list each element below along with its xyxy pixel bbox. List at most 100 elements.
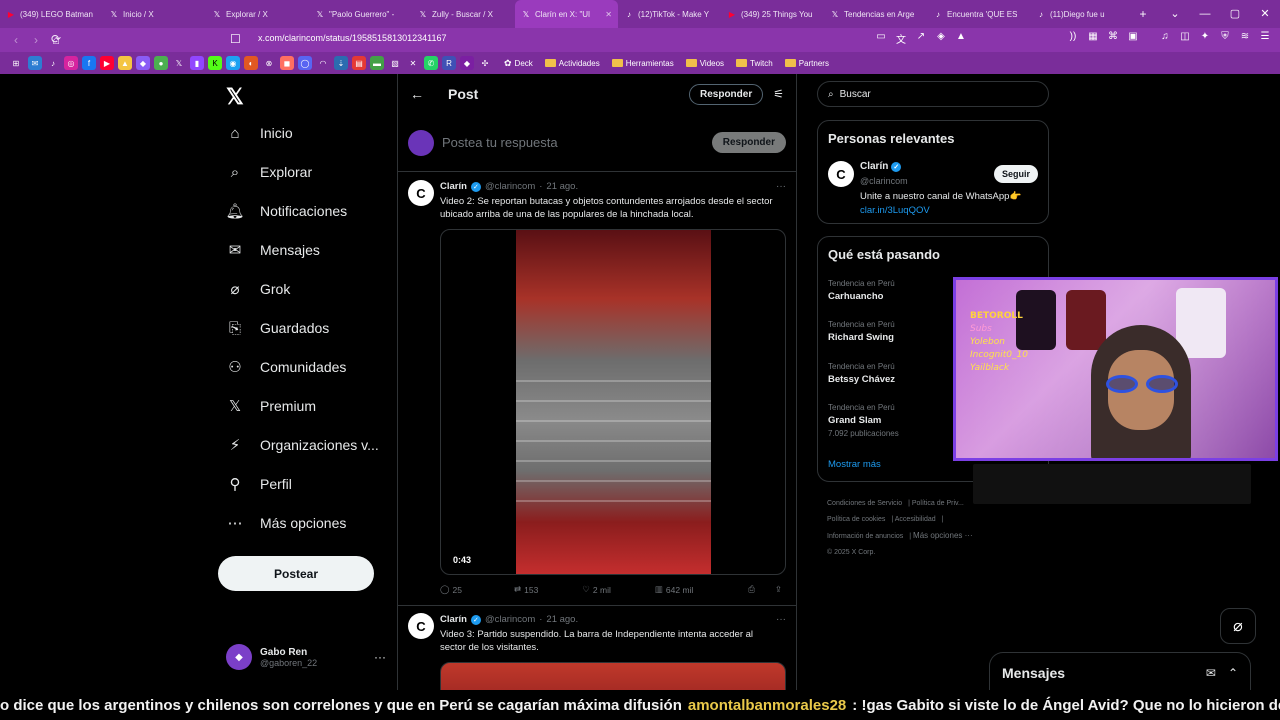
browser-tab[interactable]: ♪ (11)Diego fue u xyxy=(1030,0,1133,28)
tweet-date[interactable]: 21 ago. xyxy=(546,614,578,625)
browser-tab[interactable]: 𝕏 "Paolo Guerrero" - xyxy=(309,0,412,28)
browser-tab[interactable]: ▶ (349) LEGO Batman xyxy=(0,0,103,28)
tweet[interactable]: C Clarín ✓ @clarincom · 21 ago. ··· Vide… xyxy=(398,607,796,690)
back-arrow-icon[interactable]: ← xyxy=(410,86,424,102)
twitch-icon[interactable]: ▮ xyxy=(190,56,204,70)
close-tab-icon[interactable]: ✕ xyxy=(605,10,612,19)
bookmark-folder-herramientas[interactable]: Herramientas xyxy=(611,59,674,68)
nav-item-notificaciones[interactable]: 🔔︎ Notificaciones xyxy=(225,202,347,220)
vpn-icon[interactable]: ⛨ xyxy=(1218,31,1232,47)
instagram-icon[interactable]: ◎ xyxy=(64,56,78,70)
nav-item-perfil[interactable]: ⚲ Perfil xyxy=(226,475,292,493)
translate-icon[interactable]: 文 xyxy=(894,31,908,47)
bookmark-folder-partners[interactable]: Partners xyxy=(784,59,829,68)
back-icon[interactable]: ‹ xyxy=(6,33,26,47)
browser-tab[interactable]: 𝕏 Inicio / X xyxy=(103,0,206,28)
tiktok-icon[interactable]: ♪ xyxy=(46,56,60,70)
nav-item-premium[interactable]: 𝕏 Premium xyxy=(226,397,316,415)
footer-link[interactable]: Información de anuncios xyxy=(827,533,903,540)
browser-tab[interactable]: 𝕏 Clarín en X: "Ul ✕ xyxy=(515,0,618,28)
bookmark-folder-videos[interactable]: Videos xyxy=(685,59,724,68)
x-logo-icon[interactable]: 𝕏 xyxy=(226,84,244,110)
bookmark-folder-twitch[interactable]: Twitch xyxy=(736,59,773,68)
extension-icon[interactable]: ▦ xyxy=(1086,31,1100,47)
clarin-avatar[interactable]: C xyxy=(408,613,434,639)
reply-button[interactable]: Responder xyxy=(689,83,764,105)
bookmark-favicon-icon[interactable]: ✣ xyxy=(478,56,492,70)
bookmark-favicon-icon[interactable]: ◐ xyxy=(244,56,258,70)
reply-action[interactable]: ◯ 25 xyxy=(440,584,462,595)
bookmark-favicon-icon[interactable]: ⊗ xyxy=(262,56,276,70)
bookmark-favicon-icon[interactable]: ▤ xyxy=(352,56,366,70)
expand-icon[interactable]: ⌃ xyxy=(1228,666,1238,680)
video-player[interactable]: 0:43 xyxy=(440,229,786,575)
follow-button[interactable]: Seguir xyxy=(993,165,1038,183)
apps-grid-icon[interactable]: ⊞ xyxy=(8,56,24,70)
browser-tab[interactable]: 𝕏 Explorar / X xyxy=(206,0,309,28)
footer-link[interactable]: Condiciones de Servicio xyxy=(827,500,902,507)
browser-tab[interactable]: 𝕏 Tendencias en Arge xyxy=(824,0,927,28)
nav-item-guardados[interactable]: ⎘ Guardados xyxy=(226,319,329,337)
kick-icon[interactable]: K xyxy=(208,56,222,70)
reply-submit-button[interactable]: Responder xyxy=(711,132,786,153)
bookmark-favicon-icon[interactable]: ◼ xyxy=(280,56,294,70)
forward-icon[interactable]: › xyxy=(26,33,46,47)
audio-icon[interactable]: )) xyxy=(1066,31,1080,47)
youtube-icon[interactable]: ▶ xyxy=(100,56,114,70)
facebook-icon[interactable]: f xyxy=(82,56,96,70)
maximize-icon[interactable]: ▢ xyxy=(1220,0,1250,28)
extension-icon[interactable]: ▣ xyxy=(1126,31,1140,47)
views-action[interactable]: ▥ 642 mil xyxy=(655,584,693,595)
bookmark-favicon-icon[interactable]: ▲ xyxy=(118,56,132,70)
cast-icon[interactable]: ▭ xyxy=(874,31,888,47)
bookmark-favicon-icon[interactable]: ✕ xyxy=(406,56,420,70)
shield-icon[interactable]: ◈ xyxy=(934,31,948,47)
bookmark-icon[interactable]: ⎙ xyxy=(748,584,755,595)
author-name[interactable]: Clarín xyxy=(440,614,467,625)
reply-input[interactable]: Postea tu respuesta xyxy=(442,135,704,150)
messages-drawer[interactable]: Mensajes ✉ ⌃ xyxy=(989,652,1251,692)
url-field[interactable]: x.com/clarincom/status/19585158130123411… xyxy=(258,33,446,43)
bookmark-page-icon[interactable]: ☐ xyxy=(230,32,241,46)
footer-link[interactable]: Más opciones ··· xyxy=(913,531,973,540)
nav-item-explorar[interactable]: ⌕ Explorar xyxy=(226,163,312,181)
bookmark-favicon-icon[interactable]: ✉ xyxy=(28,56,42,70)
nav-item-mensajes[interactable]: ✉ Mensajes xyxy=(226,241,320,259)
bookmark-favicon-icon[interactable]: R xyxy=(442,56,456,70)
menu-icon[interactable]: ☰ xyxy=(1258,31,1272,47)
bookmark-folder-actividades[interactable]: Actividades xyxy=(544,59,600,68)
footer-link[interactable]: Política de cookies xyxy=(827,516,885,523)
new-message-icon[interactable]: ✉ xyxy=(1206,666,1216,680)
browser-tab[interactable]: ♪ Encuentra 'QUE ES xyxy=(927,0,1030,28)
tweet-date[interactable]: 21 ago. xyxy=(546,181,578,192)
bookmark-favicon-icon[interactable]: ⇣ xyxy=(334,56,348,70)
clarin-avatar[interactable]: C xyxy=(408,180,434,206)
extensions-icon[interactable]: ≋ xyxy=(1238,31,1252,47)
close-window-icon[interactable]: ✕ xyxy=(1250,0,1280,28)
author-name[interactable]: Clarín xyxy=(440,181,467,192)
filter-icon[interactable]: ⚟ xyxy=(773,87,784,101)
bookmark-favicon-icon[interactable]: ▧ xyxy=(388,56,402,70)
relevant-name[interactable]: Clarín ✓ xyxy=(860,161,902,172)
bookmark-favicon-icon[interactable]: ◆ xyxy=(136,56,150,70)
post-button[interactable]: Postear xyxy=(218,556,374,591)
collapse-icon[interactable]: ⌄ xyxy=(1160,0,1190,28)
browser-tab[interactable]: ▶ (349) 25 Things You xyxy=(721,0,824,28)
bookmark-favicon-icon[interactable]: ◯ xyxy=(298,56,312,70)
bookmark-favicon-icon[interactable]: ◠ xyxy=(316,56,330,70)
whatsapp-icon[interactable]: ✆ xyxy=(424,56,438,70)
footer-link[interactable]: Accesibilidad xyxy=(895,516,936,523)
music-icon[interactable]: ♫ xyxy=(1158,31,1172,47)
new-tab-button[interactable]: + xyxy=(1133,7,1153,21)
share-icon[interactable]: ⇪ xyxy=(775,584,782,595)
bookmark-folder-deck[interactable]: ✿ Deck xyxy=(504,58,533,69)
wallet-icon[interactable]: ◫ xyxy=(1178,31,1192,47)
trend-item[interactable]: Tendencia en Perú Carhuancho xyxy=(828,279,895,302)
leo-icon[interactable]: ✦ xyxy=(1198,31,1212,47)
video-player[interactable] xyxy=(440,662,786,690)
extension-icon[interactable]: ⌘ xyxy=(1106,31,1120,47)
bookmark-favicon-icon[interactable]: ◉ xyxy=(226,56,240,70)
show-more-link[interactable]: Mostrar más xyxy=(828,459,881,470)
nav-item-más[interactable]: ⋯ Más opciones xyxy=(226,514,347,532)
minimize-icon[interactable]: — xyxy=(1190,0,1220,28)
